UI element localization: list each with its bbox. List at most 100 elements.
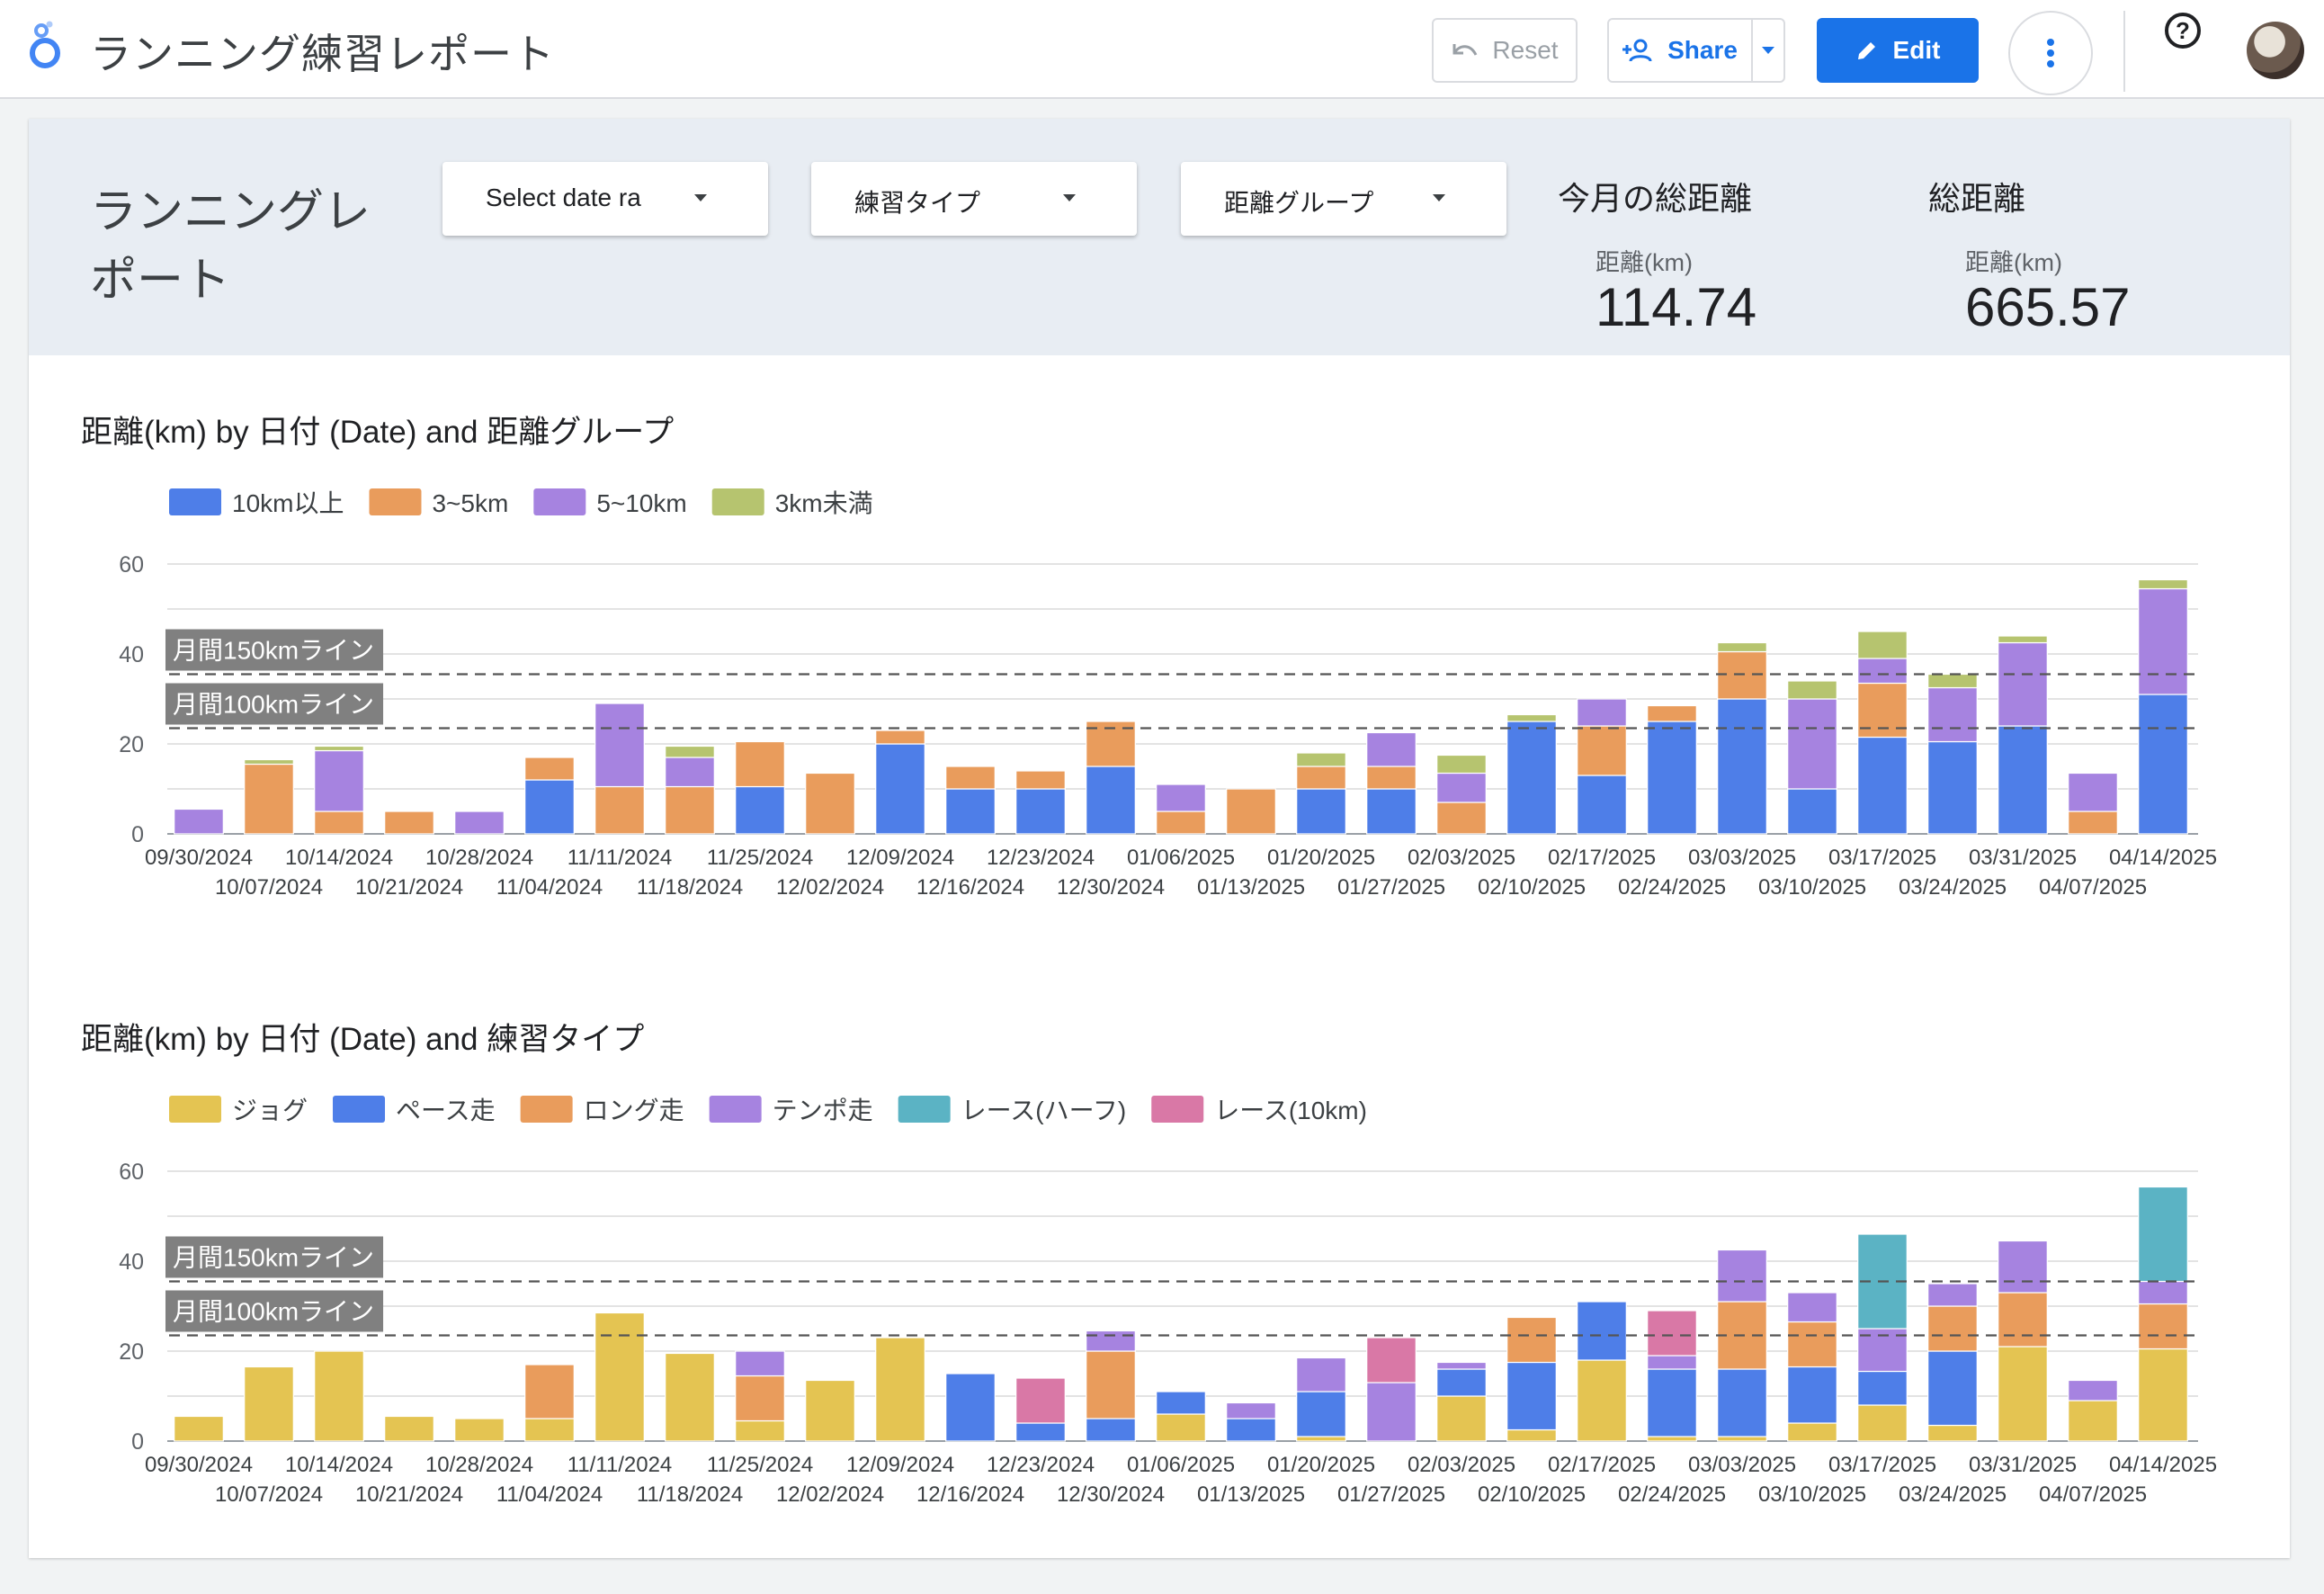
bar-segment-0 [2068, 1400, 2118, 1442]
x-tick-label: 04/07/2025 [2039, 875, 2147, 900]
practice-type-chart[interactable]: ジョグ ペース走 ロング走 テンポ走 レース(ハーフ) レース(10km) 0 20 40 60 0… [29, 1081, 2290, 1594]
bar-segment-0 [1717, 1436, 1767, 1442]
bar-segment-1 [1296, 1391, 1346, 1437]
monthly-distance-metric: 距離(km) [1596, 249, 1693, 276]
help-icon[interactable]: ? [2165, 13, 2201, 49]
bar-segment-3 [244, 758, 294, 766]
x-tick-label: 10/28/2024 [425, 1453, 533, 1477]
x-tick-label: 10/14/2024 [285, 1453, 393, 1477]
bar-segment-3 [1506, 713, 1557, 722]
report-canvas: ランニングレポート Select date ra 練習タイプ 距離グループ 今月… [29, 119, 2290, 1558]
bar-segment-1 [1927, 1350, 1978, 1427]
bar-segment-1 [875, 730, 925, 745]
legend-label-2: ロング走 [584, 1097, 684, 1124]
bar-segment-1 [594, 785, 645, 835]
bar-segment-0 [1857, 736, 1908, 835]
bar-segment-3 [1998, 635, 2048, 644]
reset-label: Reset [1492, 36, 1559, 64]
total-distance-value: 665.57 [1965, 277, 2131, 337]
legend-swatch-2 [533, 488, 586, 515]
bar-segment-2 [1857, 658, 1908, 685]
practice-type-filter[interactable]: 練習タイプ [811, 162, 1137, 236]
bar-segment-2 [735, 1375, 785, 1422]
bar-segment-0 [735, 1419, 785, 1442]
x-tick-label: 11/11/2024 [568, 846, 673, 870]
more-options-button[interactable] [2008, 11, 2093, 95]
bar-segment-1 [1787, 1366, 1837, 1424]
bar-segment-0 [384, 1415, 434, 1442]
bar-segment-2 [524, 1364, 575, 1419]
practice-type-label: 練習タイプ [854, 189, 981, 217]
x-tick-label: 12/09/2024 [846, 1453, 954, 1477]
bar-segment-2 [174, 808, 224, 835]
bar-segment-1 [1015, 770, 1066, 790]
bar-segment-0 [1647, 1436, 1697, 1442]
x-tick-label: 03/17/2025 [1828, 846, 1936, 870]
user-avatar[interactable] [2247, 22, 2304, 79]
pencil-icon [1857, 42, 1875, 59]
x-tick-label: 04/07/2025 [2039, 1482, 2147, 1507]
x-tick-label: 02/24/2025 [1618, 1482, 1726, 1507]
x-tick-label: 12/09/2024 [846, 846, 954, 870]
bar-segment-3 [1226, 1401, 1276, 1419]
share-button[interactable]: Share [1607, 18, 1753, 83]
x-tick-label: 11/04/2024 [496, 875, 603, 900]
x-tick-label: 01/20/2025 [1267, 846, 1375, 870]
toolbar-divider [2123, 11, 2125, 92]
legend-swatch-4 [898, 1096, 951, 1123]
bar-segment-2 [1577, 698, 1627, 727]
x-tick-label: 11/25/2024 [707, 1453, 813, 1477]
bar-segment-0 [945, 788, 996, 835]
x-tick-label: 11/18/2024 [637, 875, 743, 900]
x-tick-label: 03/31/2025 [1969, 846, 2077, 870]
x-tick-label: 03/03/2025 [1688, 1453, 1796, 1477]
legend-swatch-1 [333, 1096, 386, 1123]
bar-segment-1 [1226, 1418, 1276, 1442]
bar-segment-3 [1717, 641, 1767, 653]
x-tick-label: 04/14/2025 [2109, 1453, 2217, 1477]
x-tick-label: 12/23/2024 [987, 846, 1095, 870]
bar-segment-0 [1577, 775, 1627, 835]
distance-group-filter[interactable]: 距離グループ [1181, 162, 1506, 236]
bar-segment-3 [1717, 1249, 1767, 1303]
bar-segment-1 [945, 766, 996, 790]
reset-button[interactable]: Reset [1432, 18, 1578, 83]
bar-segment-3 [1086, 1330, 1136, 1352]
x-tick-label: 03/24/2025 [1899, 875, 2007, 900]
legend-swatch-3 [711, 488, 764, 515]
bar-segment-1 [1857, 1370, 1908, 1406]
bar-segment-0 [1998, 725, 2048, 835]
bar-segment-1 [1506, 1361, 1557, 1431]
bar-segment-1 [1296, 766, 1346, 790]
distance-group-chart[interactable]: 10km以上 3~5km 5~10km 3km未満 0 20 40 60 09/30/2024 1… [29, 474, 2290, 1032]
y-tick-label: 40 [119, 642, 144, 667]
share-dropdown-button[interactable] [1751, 18, 1785, 83]
bar-segment-0 [1927, 740, 1978, 835]
bar-segment-3 [1296, 1357, 1346, 1393]
bar-segment-2 [1998, 1292, 2048, 1348]
bar-segment-1 [1717, 1368, 1767, 1437]
y-tick-label: 40 [119, 1249, 144, 1275]
bar-segment-2 [665, 757, 715, 788]
bar-segment-3 [1857, 631, 1908, 659]
x-tick-label: 11/25/2024 [707, 846, 813, 870]
report-title[interactable]: ランニング練習レポート [90, 22, 555, 81]
x-tick-label: 11/11/2024 [568, 1453, 673, 1477]
edit-button[interactable]: Edit [1817, 18, 1979, 83]
bar-segment-1 [1156, 1391, 1206, 1415]
x-tick-label: 10/07/2024 [215, 875, 323, 900]
bar-segment-1 [1226, 788, 1276, 835]
bar-segment-0 [1787, 1422, 1837, 1442]
bar-segment-0 [1506, 1428, 1557, 1442]
date-range-filter[interactable]: Select date ra [442, 162, 768, 236]
reference-label-text: 月間150kmライン [173, 1244, 374, 1272]
bar-segment-2 [1086, 1350, 1136, 1419]
x-tick-label: 01/06/2025 [1127, 1453, 1235, 1477]
distance-group-label: 距離グループ [1224, 189, 1374, 217]
bar-segment-0 [1436, 1395, 1487, 1442]
x-tick-label: 10/28/2024 [425, 846, 533, 870]
x-tick-label: 11/04/2024 [496, 1482, 603, 1507]
x-tick-label: 01/27/2025 [1337, 875, 1445, 900]
bar-segment-0 [1366, 788, 1417, 835]
bar-segment-3 [1787, 680, 1837, 700]
